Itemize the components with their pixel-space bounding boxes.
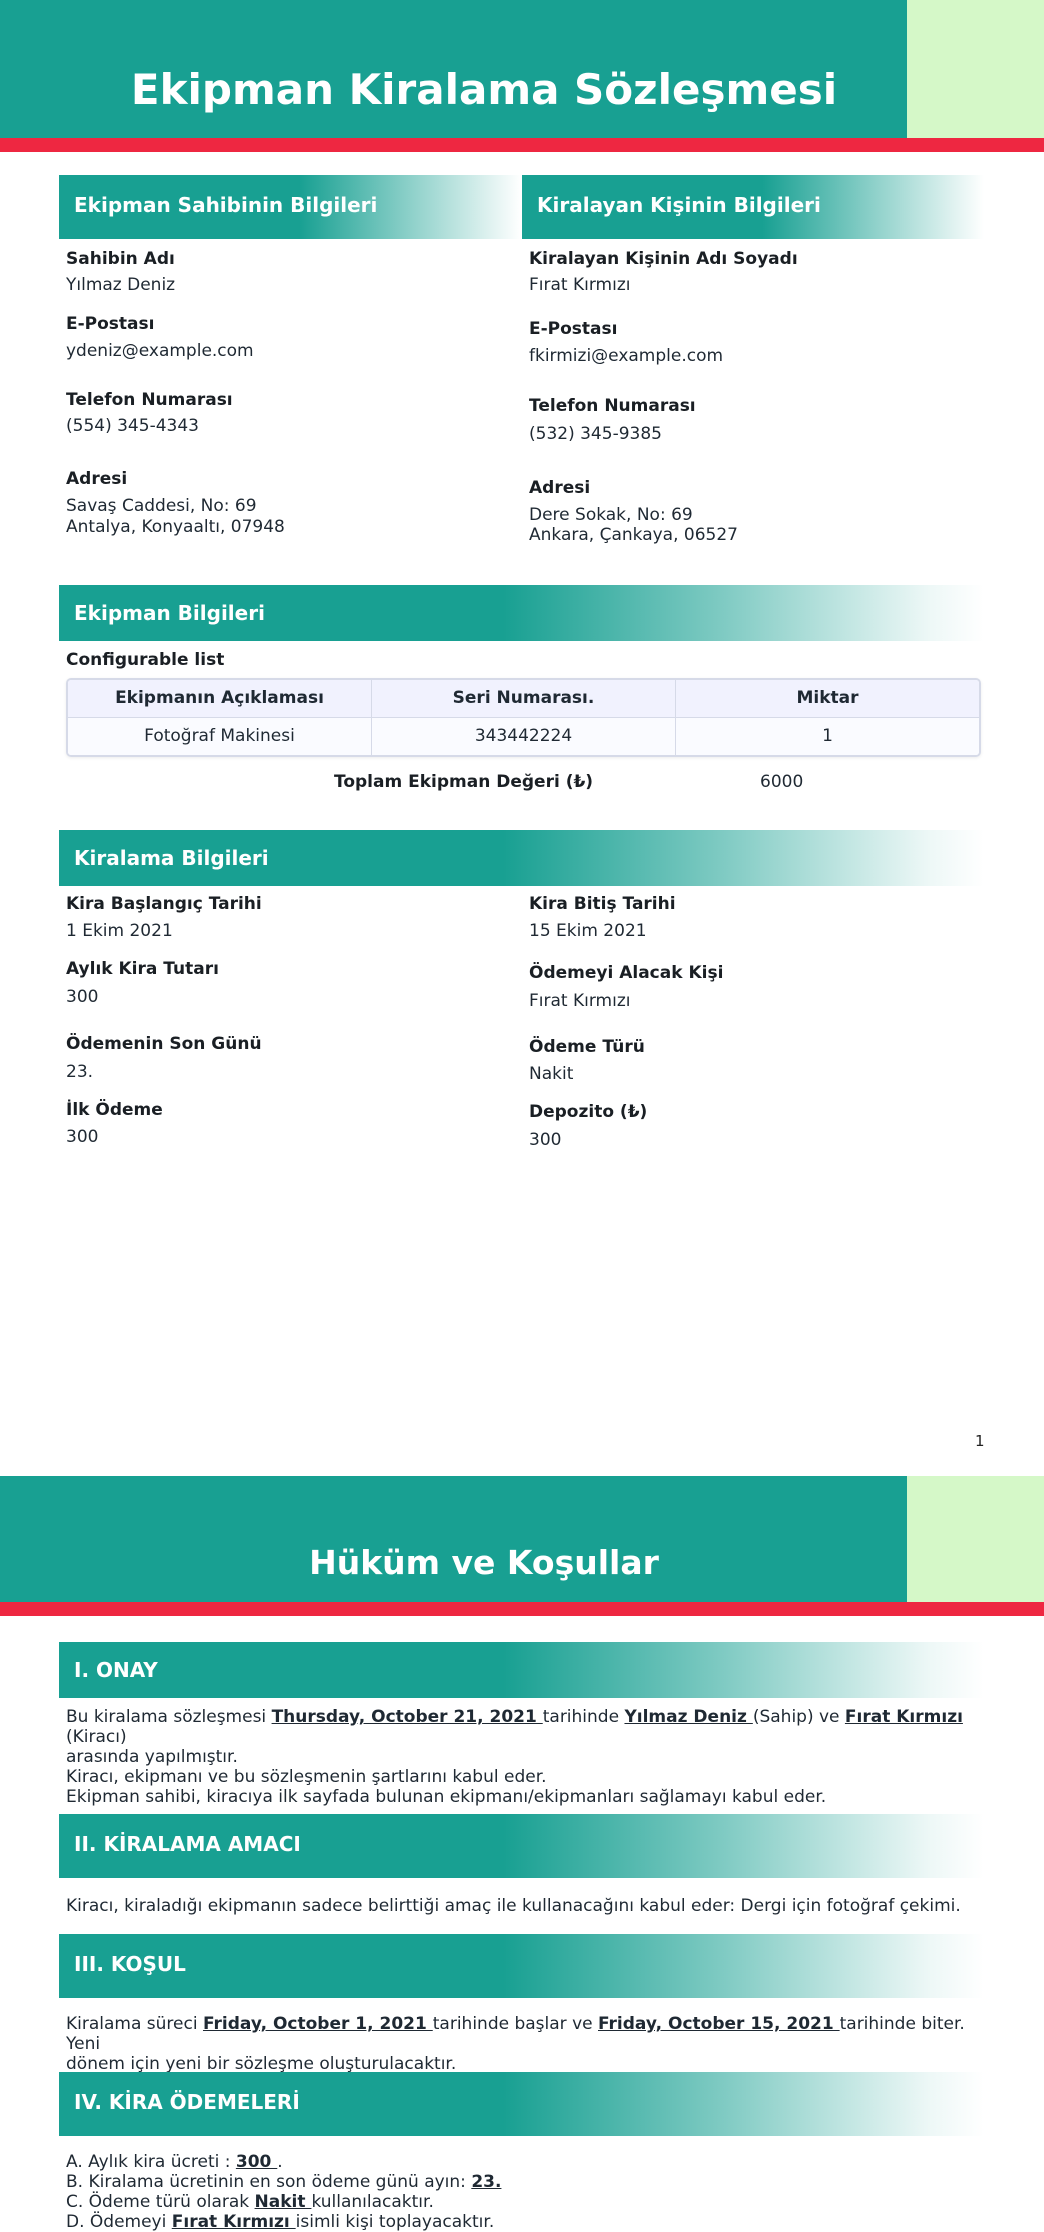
payee-inline: Fırat Kırmızı: [171, 2212, 296, 2232]
term-paragraph: Kiralama süreci Friday, October 1, 2021 …: [66, 2014, 986, 2074]
equipment-table: Ekipmanın Açıklaması Seri Numarası. Mikt…: [66, 678, 981, 757]
renter-address-line1: Dere Sokak, No: 69: [529, 505, 693, 525]
renter-section-heading: Kiralayan Kişinin Bilgileri: [522, 175, 984, 239]
total-value: 6000: [760, 772, 804, 792]
text-span: (Kiracı): [66, 1727, 127, 1747]
payment-item-d: D. Ödemeyi Fırat Kırmızı isimli kişi top…: [66, 2212, 986, 2232]
approval-paragraph: Bu kiralama sözleşmesi Thursday, October…: [66, 1707, 986, 1807]
monthly-rent-label: Aylık Kira Tutarı: [66, 959, 219, 979]
header-red-stripe: [0, 1602, 1044, 1616]
text-span: Bu kiralama sözleşmesi: [66, 1707, 272, 1727]
text-span: A. Aylık kira ücreti :: [66, 2152, 236, 2172]
header-red-stripe: [0, 138, 1044, 152]
monthly-fee-inline: 300: [235, 2152, 278, 2172]
owner-address-line2: Antalya, Konyaaltı, 07948: [66, 517, 285, 537]
payee-label: Ödemeyi Alacak Kişi: [529, 963, 724, 983]
terms-title: Hüküm ve Koşullar: [309, 1543, 659, 1582]
configurable-list-label: Configurable list: [66, 650, 225, 670]
renter-name-inline: Fırat Kırmızı: [844, 1707, 963, 1727]
text-span: C. Ödeme türü olarak: [66, 2192, 255, 2212]
term-start-date: Friday, October 1, 2021: [202, 2014, 433, 2034]
text-span: D. Ödemeyi: [66, 2212, 172, 2232]
term-end-date: Friday, October 15, 2021: [598, 2014, 840, 2034]
owner-name-inline: Yılmaz Deniz: [624, 1707, 753, 1727]
renter-phone-value: (532) 345-9385: [529, 424, 662, 444]
renter-email-label: E-Postası: [529, 319, 618, 339]
first-payment-label: İlk Ödeme: [66, 1100, 163, 1120]
payment-due-value: 23.: [66, 1062, 94, 1082]
purpose-section-heading: II. KİRALAMA AMACI: [59, 1814, 984, 1878]
renter-address-label: Adresi: [529, 478, 591, 498]
cell-quantity: 1: [675, 718, 979, 755]
payments-section-heading: IV. KİRA ÖDEMELERİ: [59, 2072, 984, 2136]
column-header-quantity: Miktar: [675, 680, 979, 717]
page-number: 1: [975, 1432, 985, 1450]
document-title: Ekipman Kiralama Sözleşmesi: [130, 65, 838, 114]
payments-list: A. Aylık kira ücreti : 300 . B. Kiralama…: [66, 2152, 986, 2232]
payment-type-inline: Nakit: [254, 2192, 312, 2212]
end-date-label: Kira Bitiş Tarihi: [529, 894, 676, 914]
deposit-value: 300: [529, 1130, 562, 1150]
renter-phone-label: Telefon Numarası: [529, 396, 696, 416]
start-date-value: 1 Ekim 2021: [66, 921, 173, 941]
table-header-row: Ekipmanın Açıklaması Seri Numarası. Mikt…: [68, 680, 979, 717]
payment-item-a: A. Aylık kira ücreti : 300 .: [66, 2152, 986, 2172]
text-span: .: [277, 2152, 283, 2172]
first-payment-value: 300: [66, 1127, 99, 1147]
table-row: Fotoğraf Makinesi 343442224 1: [68, 717, 979, 755]
rental-section-heading: Kiralama Bilgileri: [59, 830, 984, 886]
text-span: Kiralama süreci: [66, 2014, 203, 2034]
owner-name-value: Yılmaz Deniz: [66, 275, 176, 295]
equipment-section-heading: Ekipman Bilgileri: [59, 585, 984, 641]
deposit-label: Depozito (₺): [529, 1102, 648, 1122]
due-day-inline: 23.: [471, 2172, 502, 2192]
payment-due-label: Ödemenin Son Günü: [66, 1034, 262, 1054]
approval-line-4: Ekipman sahibi, kiracıya ilk sayfada bul…: [66, 1787, 827, 1807]
total-value-label: Toplam Ekipman Değeri (₺): [334, 772, 594, 792]
approval-line-1: Bu kiralama sözleşmesi Thursday, October…: [66, 1707, 986, 1747]
purpose-paragraph: Kiracı, kiraladığı ekipmanın sadece beli…: [66, 1896, 961, 1916]
payment-type-label: Ödeme Türü: [529, 1037, 645, 1057]
owner-phone-label: Telefon Numarası: [66, 390, 233, 410]
text-span: tarihinde başlar ve: [432, 2014, 598, 2034]
term-line-2: dönem için yeni bir sözleşme oluşturulac…: [66, 2054, 457, 2074]
approval-line-2: arasında yapılmıştır.: [66, 1747, 238, 1767]
renter-email-value: fkirmizi@example.com: [529, 346, 724, 366]
owner-phone-value: (554) 345-4343: [66, 416, 199, 436]
column-header-serial: Seri Numarası.: [371, 680, 675, 717]
monthly-rent-value: 300: [66, 987, 99, 1007]
owner-address-line1: Savaş Caddesi, No: 69: [66, 496, 257, 516]
text-span: isimli kişi toplayacaktır.: [295, 2212, 495, 2232]
page-two: Hüküm ve Koşullar I. ONAY Bu kiralama sö…: [0, 1476, 1044, 2232]
payee-value: Fırat Kırmızı: [529, 991, 631, 1011]
page-one: Ekipman Kiralama Sözleşmesi Ekipman Sahi…: [0, 0, 1044, 1476]
renter-name-label: Kiralayan Kişinin Adı Soyadı: [529, 249, 798, 269]
owner-email-value: ydeniz@example.com: [66, 341, 254, 361]
payment-item-c: C. Ödeme türü olarak Nakit kullanılacakt…: [66, 2192, 986, 2212]
term-section-heading: III. KOŞUL: [59, 1934, 984, 1998]
agreement-date: Thursday, October 21, 2021: [271, 1707, 543, 1727]
payment-type-value: Nakit: [529, 1064, 574, 1084]
term-line-1: Kiralama süreci Friday, October 1, 2021 …: [66, 2014, 986, 2054]
cell-description: Fotoğraf Makinesi: [144, 726, 295, 746]
text-span: (Sahip) ve: [752, 1707, 845, 1727]
approval-line-3: Kiracı, ekipmanı ve bu sözleşmenin şartl…: [66, 1767, 547, 1787]
payment-item-b: B. Kiralama ücretinin en son ödeme günü …: [66, 2172, 986, 2192]
approval-section-heading: I. ONAY: [59, 1642, 984, 1698]
end-date-value: 15 Ekim 2021: [529, 921, 647, 941]
text-span: B. Kiralama ücretinin en son ödeme günü …: [66, 2172, 472, 2192]
owner-email-label: E-Postası: [66, 314, 155, 334]
renter-name-value: Fırat Kırmızı: [529, 275, 631, 295]
text-span: kullanılacaktır.: [311, 2192, 434, 2212]
cell-serial: 343442224: [371, 718, 675, 755]
column-header-description: Ekipmanın Açıklaması: [115, 688, 324, 708]
owner-name-label: Sahibin Adı: [66, 249, 175, 269]
renter-address-line2: Ankara, Çankaya, 06527: [529, 525, 738, 545]
text-span: tarihinde: [542, 1707, 625, 1727]
start-date-label: Kira Başlangıç Tarihi: [66, 894, 262, 914]
owner-section-heading: Ekipman Sahibinin Bilgileri: [59, 175, 521, 239]
owner-address-label: Adresi: [66, 469, 128, 489]
